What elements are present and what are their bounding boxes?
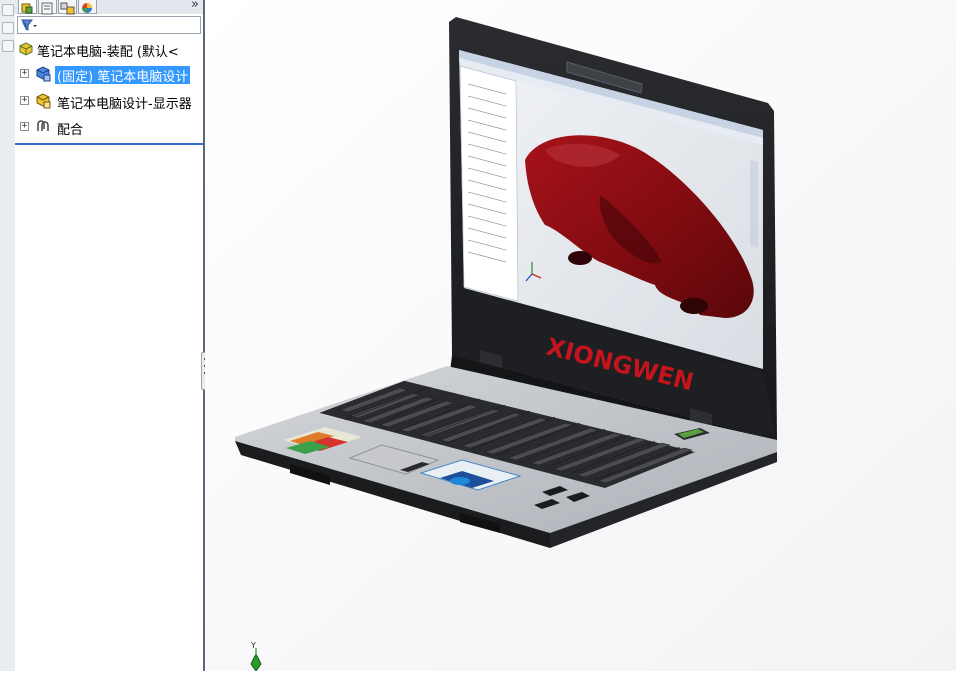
tree-item-label: (固定) 笔记本电脑设计 — [55, 66, 191, 84]
filter-funnel-icon — [21, 19, 37, 31]
tree-item-display-part[interactable]: + 笔记本电脑设计-显示器 — [15, 91, 203, 111]
tree-root-label: 笔记本电脑-装配 (默认< — [37, 45, 179, 59]
tab-display-manager[interactable] — [78, 0, 97, 14]
assembly-icon — [21, 3, 33, 14]
property-icon — [41, 2, 53, 15]
tree-root-assembly[interactable]: 笔记本电脑-装配 (默认< — [15, 39, 203, 59]
part-icon — [36, 66, 51, 82]
edge-strip-icon[interactable] — [2, 40, 14, 52]
left-edge-strip — [0, 0, 16, 671]
panel-tabs: » — [15, 0, 203, 15]
tree-item-fixed-part[interactable]: + (固定) 笔记本电脑设计 — [15, 64, 203, 84]
tree-item-mates[interactable]: + 配合 — [15, 117, 203, 137]
panel-divider — [15, 143, 203, 145]
laptop-model[interactable]: XIONGWEN — [205, 0, 956, 672]
edge-strip-icon[interactable] — [2, 4, 14, 16]
tab-feature-manager[interactable] — [18, 0, 37, 14]
tab-property-manager[interactable] — [38, 0, 57, 15]
tab-configuration-manager[interactable] — [58, 0, 77, 15]
expand-toggle[interactable]: + — [20, 96, 29, 105]
expand-toggle[interactable]: + — [20, 69, 29, 78]
panel-expand-arrow[interactable]: » — [191, 0, 199, 12]
expand-toggle[interactable]: + — [20, 122, 29, 131]
graphics-viewport[interactable]: XIONGWEN Y — [205, 0, 956, 672]
assembly-icon — [19, 42, 33, 56]
feature-manager-panel: » ▼ 笔记本电脑-装配 (默认< + (固定) 笔记本电脑设计 + 笔记本电脑… — [15, 0, 203, 671]
configuration-icon — [60, 2, 75, 15]
tree-item-label: 笔记本电脑设计-显示器 — [57, 97, 192, 111]
part-icon — [36, 93, 51, 109]
appearance-icon — [82, 3, 92, 13]
triad-axis-label: Y — [251, 641, 256, 650]
mates-icon — [37, 120, 49, 131]
edge-strip-icon[interactable] — [2, 22, 14, 34]
tree-filter-input[interactable]: ▼ — [17, 16, 201, 34]
tree-item-label: 配合 — [57, 123, 84, 137]
